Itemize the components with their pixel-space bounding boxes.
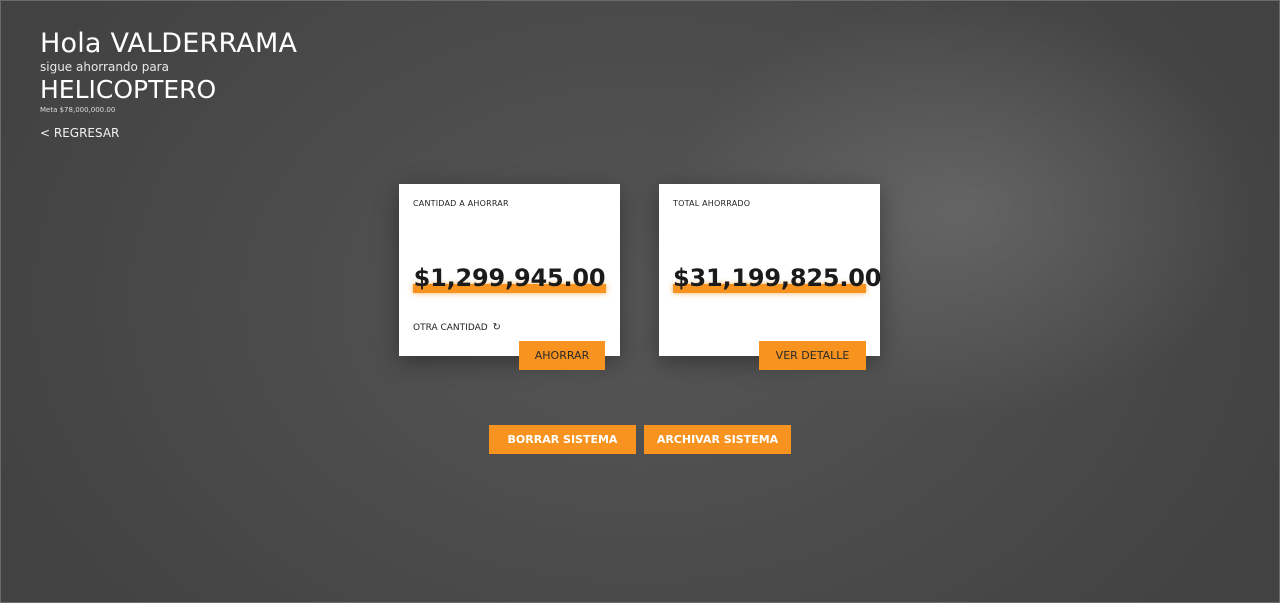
other-amount-link[interactable]: OTRA CANTIDAD ↻	[413, 322, 501, 333]
greeting-subtitle: sigue ahorrando para	[40, 60, 169, 74]
archive-system-button[interactable]: ARCHIVAR SISTEMA	[644, 425, 791, 454]
refresh-icon: ↻	[492, 322, 501, 333]
total-saved-card: TOTAL AHORRADO $31,199,825.00	[659, 184, 882, 356]
save-amount-value: $1,299,945.00	[413, 264, 606, 292]
goal-name: HELICOPTERO	[40, 75, 217, 104]
total-amount-wrap: $31,199,825.00	[673, 264, 882, 300]
goal-meta: Meta $78,000,000.00	[40, 106, 116, 114]
total-saved-label: TOTAL AHORRADO	[673, 199, 751, 208]
save-amount-wrap: $1,299,945.00	[413, 264, 606, 300]
save-amount-label: CANTIDAD A AHORRAR	[413, 199, 509, 208]
other-amount-label: OTRA CANTIDAD	[413, 323, 488, 333]
total-saved-value: $31,199,825.00	[673, 264, 882, 292]
back-link[interactable]: < REGRESAR	[40, 126, 119, 140]
delete-system-button[interactable]: BORRAR SISTEMA	[489, 425, 636, 454]
view-detail-button[interactable]: VER DETALLE	[759, 341, 866, 370]
save-button[interactable]: AHORRAR	[519, 341, 605, 370]
page-header: Hola VALDERRAMA sigue ahorrando para HEL…	[40, 28, 297, 141]
save-amount-card: CANTIDAD A AHORRAR $1,299,945.00 OTRA CA…	[399, 184, 620, 356]
greeting-title: Hola VALDERRAMA	[40, 28, 298, 59]
